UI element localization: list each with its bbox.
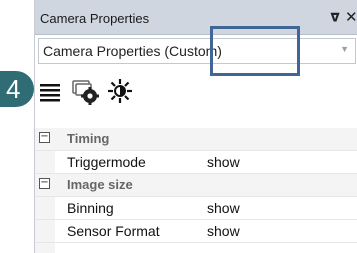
view-toolbar xyxy=(35,72,357,108)
pin-icon[interactable]: ᐅ xyxy=(327,12,341,23)
step-badge: 4 xyxy=(0,71,34,107)
property-value[interactable]: show xyxy=(207,223,240,239)
camera-properties-panel: Camera Properties ᐅ ✕ Camera Properties … xyxy=(34,0,357,253)
property-value[interactable]: show xyxy=(207,200,240,216)
property-name: Binning xyxy=(67,200,114,216)
selector-value: Camera Properties (Custom) xyxy=(43,43,222,59)
collapse-icon[interactable]: − xyxy=(39,132,50,143)
collapse-icon[interactable]: − xyxy=(39,178,50,189)
step-badge-number: 4 xyxy=(6,74,21,104)
property-grid: − Timing Triggermode show − Image size B… xyxy=(35,128,357,243)
panel-titlebar: Camera Properties ᐅ ✕ xyxy=(35,0,357,35)
brightness-icon[interactable] xyxy=(107,78,133,104)
list-view-icon[interactable] xyxy=(37,78,63,104)
category-row-timing[interactable]: − Timing xyxy=(35,128,357,151)
category-row-image-size[interactable]: − Image size xyxy=(35,174,357,197)
close-icon[interactable]: ✕ xyxy=(345,8,357,26)
property-name: Sensor Format xyxy=(67,223,160,239)
property-row-sensor-format[interactable]: Sensor Format show xyxy=(35,220,357,243)
property-value[interactable]: show xyxy=(207,154,240,170)
panel-title: Camera Properties xyxy=(40,11,150,26)
camera-properties-selector[interactable]: Camera Properties (Custom) ▼ xyxy=(38,38,356,64)
property-name: Triggermode xyxy=(67,154,146,170)
property-row-triggermode[interactable]: Triggermode show xyxy=(35,151,357,174)
camera-settings-icon[interactable] xyxy=(71,78,99,105)
category-label: Image size xyxy=(67,177,133,192)
chevron-down-icon[interactable]: ▼ xyxy=(340,44,349,54)
category-label: Timing xyxy=(67,131,110,146)
property-row-binning[interactable]: Binning show xyxy=(35,197,357,220)
